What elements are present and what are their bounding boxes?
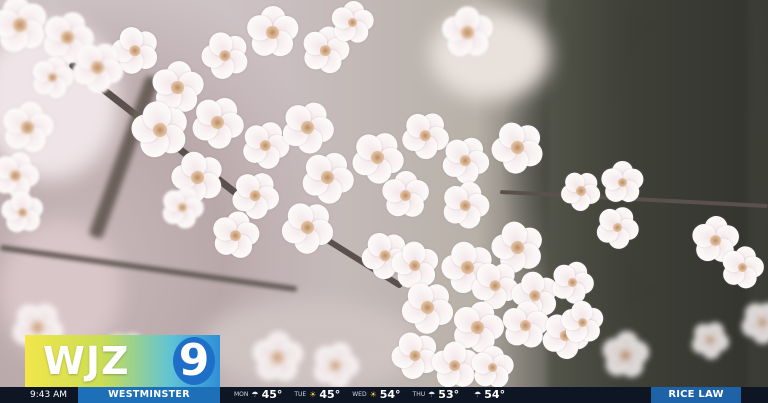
sun-icon: ☀: [309, 390, 317, 399]
cherry-blossom: [205, 205, 264, 264]
forecast-temp: 54°: [379, 388, 401, 401]
forecast-temp: 53°: [438, 388, 460, 401]
cherry-blossom: [433, 173, 497, 237]
cherry-blossom: [248, 328, 307, 387]
blossom-center: [266, 26, 279, 39]
forecast-temp: 45°: [261, 388, 283, 401]
blossom-center: [709, 234, 721, 246]
forecast-day: TUE ☀ 45°: [294, 387, 340, 403]
logo-call-letters: WJZ: [43, 339, 130, 383]
forecast-day: MON ☂ 45°: [234, 387, 282, 403]
forecast-day-name: THU: [412, 391, 426, 398]
forecast-day: ☂ 54°: [471, 387, 505, 403]
forecast-temp: 45°: [319, 388, 341, 401]
cherry-blossom: [378, 169, 432, 222]
forecast-temp: 54°: [484, 388, 506, 401]
forecast-day: WED ☀ 54°: [352, 387, 400, 403]
blossom-center: [618, 348, 632, 362]
station-logo: WJZ 9: [25, 335, 220, 387]
cherry-blossom: [328, 0, 377, 47]
blossom-center: [399, 189, 411, 201]
location-label: WESTMINSTER: [78, 387, 220, 403]
time-display: 9:43 AM: [30, 390, 67, 400]
cherry-blossom: [479, 109, 557, 187]
cherry-blossom: [598, 328, 653, 383]
segment-label: RICE LAW: [651, 387, 741, 403]
forecast-day: THU ☂ 53°: [413, 387, 460, 403]
weather-forecast: MON ☂ 45° TUE ☀ 45° WED ☀ 54° THU ☂ 53° …: [234, 387, 505, 403]
cloud-rain-icon: ☂: [251, 390, 259, 399]
blossom-center: [170, 80, 185, 95]
cloud-rain-icon: ☂: [428, 390, 436, 399]
blossom-center: [518, 318, 532, 332]
cherry-blossom: [468, 343, 517, 392]
blossom-center: [271, 351, 284, 364]
forecast-day-name: TUE: [294, 391, 307, 398]
lower-third-ticker: 9:43 AM WESTMINSTER MON ☂ 45° TUE ☀ 45° …: [0, 387, 768, 403]
forecast-day-name: WED: [352, 391, 367, 398]
cloud-rain-icon: ☂: [474, 390, 482, 399]
cherry-blossom: [243, 4, 302, 62]
sun-icon: ☀: [369, 390, 377, 399]
forecast-day-name: MON: [234, 391, 249, 398]
logo-channel-number: 9: [173, 337, 215, 385]
